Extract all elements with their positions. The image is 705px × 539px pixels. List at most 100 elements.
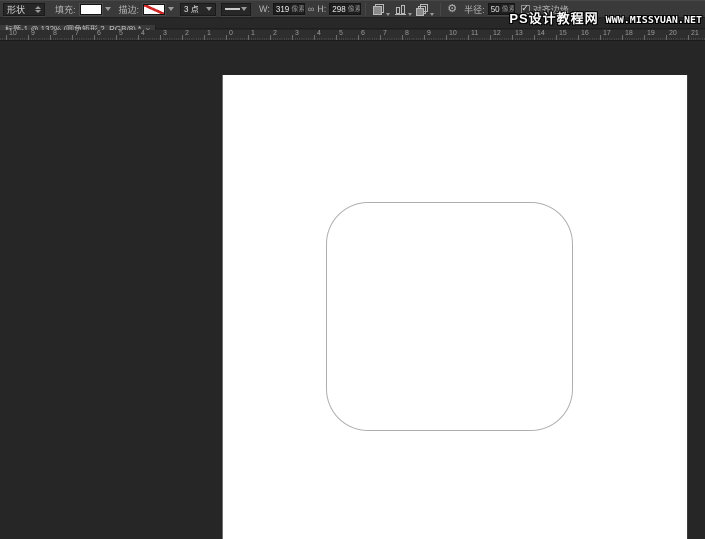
ruler-tick <box>424 35 425 40</box>
ruler-tick <box>248 35 249 40</box>
ruler-tick <box>490 35 491 40</box>
ruler-label: 21 <box>691 30 699 37</box>
ruler-label: 8 <box>53 30 57 37</box>
ruler-label: 14 <box>537 30 545 37</box>
updown-arrows-icon <box>35 6 41 13</box>
ruler-tick <box>534 35 535 40</box>
ruler-label: 5 <box>339 30 343 37</box>
ruler-tick <box>512 35 513 40</box>
ruler-tick <box>314 35 315 40</box>
radius-label: 半径: <box>464 3 485 16</box>
stroke-type-select[interactable] <box>221 3 251 16</box>
path-arrange-arrow-icon <box>430 13 434 16</box>
rounded-rectangle-shape[interactable] <box>326 202 573 431</box>
ruler-tick <box>380 35 381 40</box>
ruler-tick <box>28 35 29 40</box>
path-arrange-button[interactable] <box>415 2 435 17</box>
ruler-label: 15 <box>559 30 567 37</box>
ruler-label: 12 <box>493 30 501 37</box>
document-canvas[interactable] <box>222 75 687 539</box>
ruler-label: 9 <box>427 30 431 37</box>
ruler-label: 5 <box>119 30 123 37</box>
ruler-tick <box>358 35 359 40</box>
fill-dropdown-arrow-icon[interactable] <box>105 7 111 11</box>
separator <box>365 3 366 16</box>
path-operations-icon <box>372 3 385 16</box>
ruler-tick <box>666 35 667 40</box>
stroke-type-arrow-icon <box>241 7 247 11</box>
ruler-label: 2 <box>185 30 189 37</box>
ruler-tick <box>336 35 337 40</box>
ruler-tick <box>644 35 645 40</box>
ruler-tick <box>182 35 183 40</box>
ruler-tick <box>270 35 271 40</box>
ruler-label: 6 <box>361 30 365 37</box>
watermark-title: PS设计教程网 <box>509 8 598 27</box>
stroke-type-line-icon <box>225 8 240 10</box>
path-operations-arrow-icon <box>386 13 390 16</box>
radius-value: 50 <box>491 5 500 14</box>
stroke-dropdown-arrow-icon[interactable] <box>168 7 174 11</box>
ruler-tick <box>94 35 95 40</box>
ruler-tick <box>402 35 403 40</box>
ruler-label: 16 <box>581 30 589 37</box>
ruler-tick <box>578 35 579 40</box>
ruler-label: 1 <box>207 30 211 37</box>
ruler-tick <box>138 35 139 40</box>
link-dimensions-icon[interactable]: ∞ <box>308 4 314 14</box>
ruler-tick <box>6 35 7 40</box>
ruler-label: 11 <box>471 30 478 37</box>
ruler-tick <box>556 35 557 40</box>
ruler-tick <box>468 35 469 40</box>
path-alignment-button[interactable] <box>393 2 413 17</box>
ruler-label: 1 <box>251 30 255 37</box>
path-alignment-icon <box>394 3 407 16</box>
ruler-label: 17 <box>603 30 611 37</box>
ruler-label: 7 <box>383 30 387 37</box>
ruler-tick <box>72 35 73 40</box>
stroke-swatch[interactable] <box>143 4 165 15</box>
ruler-tick <box>292 35 293 40</box>
ruler-label: 2 <box>273 30 277 37</box>
ruler-label: 6 <box>97 30 101 37</box>
fill-label: 填充: <box>55 3 76 16</box>
ruler-label: 4 <box>317 30 321 37</box>
ruler-label: 8 <box>405 30 409 37</box>
ruler-label: 20 <box>669 30 677 37</box>
path-operations-button[interactable] <box>371 2 391 17</box>
ruler-tick <box>116 35 117 40</box>
watermark: PS设计教程网 WWW.MISSYUAN.NET <box>509 8 702 27</box>
height-label: H: <box>317 4 326 14</box>
path-alignment-arrow-icon <box>408 13 412 16</box>
ruler-tick <box>446 35 447 40</box>
height-input[interactable]: 298 像素 <box>329 3 361 15</box>
width-unit: 像素 <box>291 4 305 14</box>
width-input[interactable]: 319 像素 <box>273 3 305 15</box>
ruler-label: 3 <box>163 30 167 37</box>
ruler-label: 9 <box>31 30 35 37</box>
width-value: 319 <box>276 5 289 14</box>
ruler-tick <box>600 35 601 40</box>
height-value: 298 <box>332 5 345 14</box>
ruler-label: 19 <box>647 30 655 37</box>
canvas-pasteboard[interactable] <box>0 42 705 539</box>
stroke-width-value: 3 点 <box>184 4 199 15</box>
ruler-tick <box>160 35 161 40</box>
stroke-label: 描边: <box>119 3 140 16</box>
horizontal-ruler[interactable]: 1098765432101234567891011121314151617181… <box>0 30 705 41</box>
gear-icon[interactable]: ⚙ <box>447 4 457 15</box>
ruler-tick <box>688 35 689 40</box>
ruler-label: 10 <box>9 30 17 37</box>
ruler-label: 10 <box>449 30 457 37</box>
ruler-tick <box>50 35 51 40</box>
ruler-label: 13 <box>515 30 523 37</box>
separator <box>440 3 441 16</box>
stroke-width-select[interactable]: 3 点 <box>180 3 216 16</box>
ruler-tick <box>204 35 205 40</box>
fill-swatch[interactable] <box>80 4 102 15</box>
tool-mode-select[interactable]: 形状 <box>3 3 45 16</box>
width-label: W: <box>259 4 270 14</box>
path-arrange-icon <box>416 3 429 16</box>
ruler-label: 0 <box>229 30 233 37</box>
height-unit: 像素 <box>348 4 362 14</box>
